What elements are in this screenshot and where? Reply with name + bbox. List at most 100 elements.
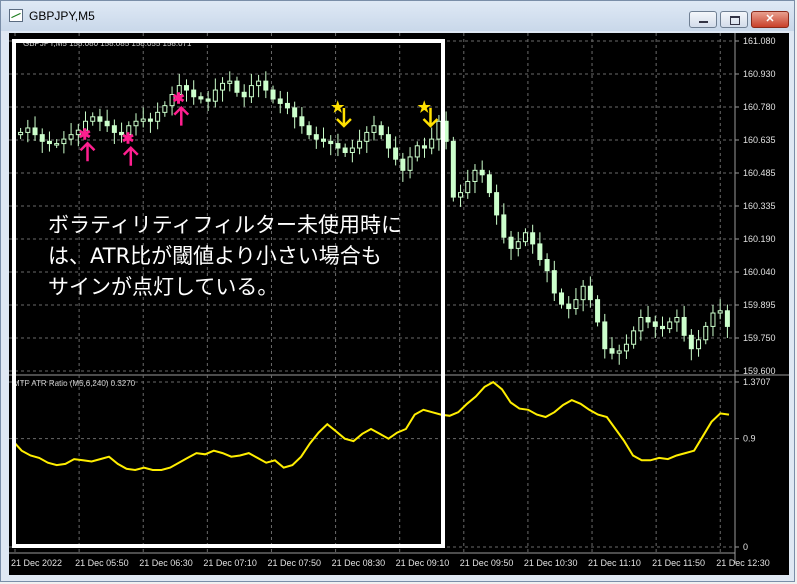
candle-body: [479, 169, 485, 176]
candle-body: [659, 325, 665, 330]
candle-body: [284, 102, 290, 109]
candle-body: [328, 140, 334, 145]
candle-body: [263, 80, 269, 91]
candle-body: [515, 241, 521, 249]
candle-body: [32, 127, 38, 136]
indicator-tick-label: 1.3707: [743, 377, 771, 387]
candle-body: [486, 174, 492, 194]
price-chart[interactable]: 161.080 160.930 160.780 160.635 160.485 160.3…: [9, 33, 789, 575]
candle-body: [623, 343, 629, 352]
candle-body: [162, 105, 168, 113]
candle-body: [256, 80, 262, 87]
candle-body: [321, 138, 327, 142]
price-tick-label: 160.780: [743, 102, 776, 112]
candle-body: [436, 120, 442, 140]
candle-body: [191, 89, 197, 98]
buy-star-icon: ✱: [79, 126, 92, 143]
candle-body: [342, 147, 348, 153]
indicator-tick-label: 0.9: [743, 434, 756, 444]
chart-canvas[interactable]: 161.080 160.930 160.780 160.635 160.485 160.3…: [9, 33, 789, 575]
time-axis: 21 Dec 2022 21 Dec 05:50 21 Dec 06:30 21 De…: [11, 558, 770, 568]
candle-body: [335, 143, 341, 149]
candle-body: [248, 85, 254, 98]
candle-body: [306, 125, 312, 136]
candle-body: [421, 145, 427, 149]
candle-body: [39, 134, 45, 142]
candle-body: [227, 80, 233, 84]
candle-body: [616, 350, 622, 354]
candle-body: [443, 120, 449, 142]
price-tick-label: 160.930: [743, 69, 776, 79]
price-tick-label: 161.080: [743, 36, 776, 46]
buy-arrow-icon: [79, 141, 96, 162]
candle-body: [277, 98, 283, 104]
time-label: 21 Dec 05:50: [75, 558, 129, 568]
candle-body: [508, 236, 514, 249]
candle-body: [234, 80, 240, 93]
candle-body: [501, 214, 507, 238]
candle-body: [407, 156, 413, 171]
time-label: 21 Dec 07:10: [203, 558, 257, 568]
time-label: 21 Dec 08:30: [332, 558, 386, 568]
candle-body: [522, 232, 528, 243]
candle-body: [357, 140, 363, 149]
candle-body: [25, 127, 31, 133]
time-label: 21 Dec 07:50: [267, 558, 321, 568]
candle-body: [551, 270, 557, 294]
price-tick-label: 159.600: [743, 366, 776, 376]
time-label: 21 Dec 09:10: [396, 558, 450, 568]
candle-body: [414, 145, 420, 158]
candle-body: [68, 134, 74, 140]
buy-star-icon: ✱: [172, 91, 185, 108]
candle-body: [205, 98, 211, 102]
close-button[interactable]: [751, 11, 789, 28]
candle-body: [724, 310, 730, 327]
title-bar[interactable]: GBPJPY,M5: [1, 1, 794, 31]
candle-body: [385, 134, 391, 149]
candle-body: [90, 116, 96, 122]
window-title: GBPJPY,M5: [29, 9, 95, 23]
candle-body: [111, 125, 117, 133]
candle-body: [537, 243, 543, 261]
price-tick-label: 160.040: [743, 267, 776, 277]
candle-body: [688, 334, 694, 350]
time-label: 21 Dec 11:10: [588, 558, 641, 568]
candle-body: [270, 89, 276, 100]
indicator-tick-label: 0: [743, 542, 748, 552]
candle-body: [580, 285, 586, 301]
candle-body: [602, 321, 608, 350]
time-label: 21 Dec 06:30: [139, 558, 193, 568]
annotation-text: ボラティリティフィルター未使用時に は、ATR比が閾値より小さい場合も サインが…: [48, 213, 403, 299]
candle-body: [212, 89, 218, 102]
candle-body: [696, 339, 702, 350]
candle-body: [61, 138, 67, 145]
candle-body: [587, 285, 593, 301]
candle-body: [155, 111, 161, 122]
candle-body: [595, 299, 601, 323]
buy-arrow-icon: [122, 145, 139, 166]
time-label: 21 Dec 11:50: [652, 558, 705, 568]
price-tick-label: 160.190: [743, 234, 776, 244]
buy-star-icon: ✱: [122, 131, 135, 148]
time-label: 21 Dec 2022: [11, 558, 62, 568]
candle-body: [544, 259, 550, 272]
candle-body: [429, 138, 435, 149]
candle-body: [472, 169, 478, 182]
candle-body: [559, 292, 565, 305]
candle-body: [530, 232, 536, 245]
time-label: 21 Dec 09:50: [460, 558, 514, 568]
price-tick-label: 159.750: [743, 333, 776, 343]
candle-body: [133, 120, 139, 127]
indicator-label: MTF ATR Ratio (M5,6,240) 0.3270: [13, 379, 136, 388]
candle-body: [465, 180, 471, 194]
price-axis: 161.080 160.930 160.780 160.635 160.485 160.3…: [735, 36, 776, 376]
maximize-button[interactable]: [720, 11, 748, 28]
candle-body: [631, 330, 637, 345]
candle-body: [717, 310, 723, 314]
indicator-axis: 1.3707 0.9 0: [735, 377, 771, 552]
candle-body: [645, 316, 651, 323]
minimize-button[interactable]: [689, 11, 717, 28]
candle-body: [674, 316, 680, 323]
candle-body: [378, 125, 384, 136]
buy-arrow-icon: [173, 105, 190, 126]
